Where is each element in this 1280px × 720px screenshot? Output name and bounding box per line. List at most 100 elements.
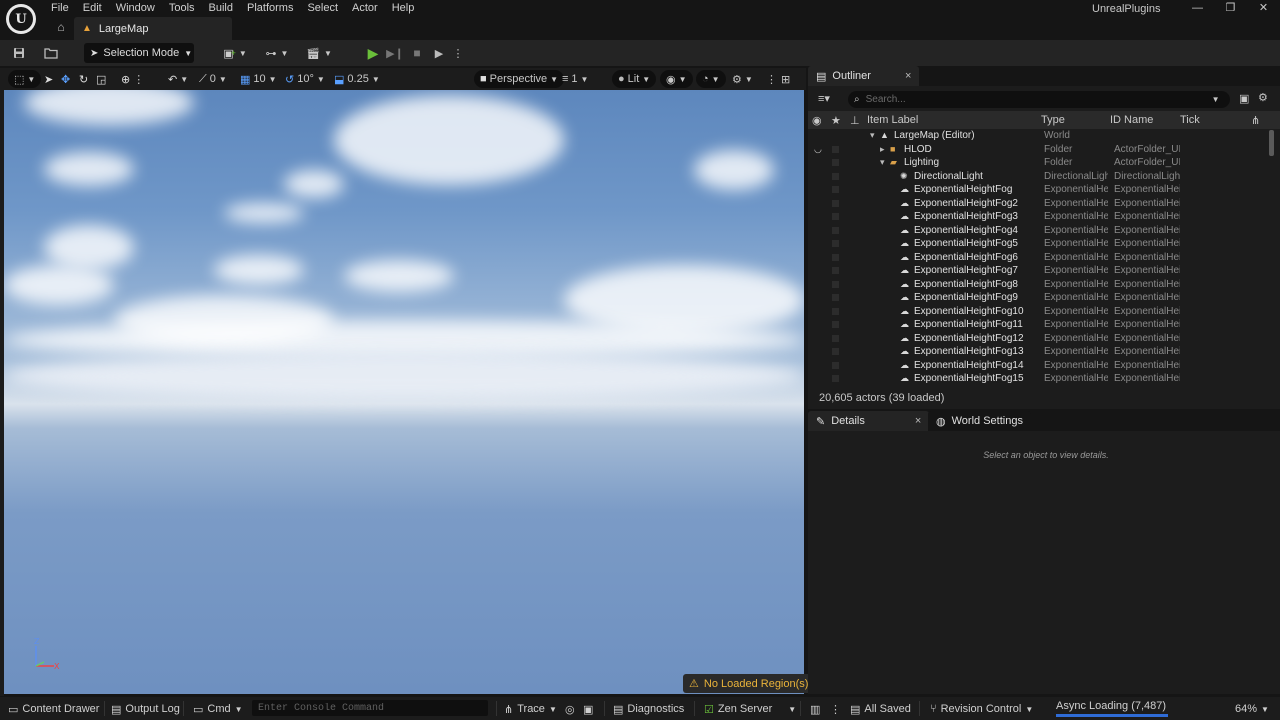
column-item-label[interactable]: Item Label [867,114,918,126]
selection-mode-dropdown[interactable]: ➤ Selection Mode ▼ [84,43,194,63]
menu-file[interactable]: File [44,0,76,16]
outliner-row[interactable]: ☁ ExponentialHeightFog10 ExponentialHeight… [808,305,1270,319]
viewport-layout-button[interactable]: ⊞ [781,70,790,88]
eye-icon[interactable]: ◡ [814,143,822,157]
outliner-search-input[interactable] [865,94,1206,105]
visibility-toggle[interactable] [832,294,839,301]
column-id-name[interactable]: ID Name [1110,114,1153,126]
eject-button[interactable]: ▶ [430,43,448,63]
cmd-dropdown[interactable]: ▭ Cmd ▼ [193,701,243,717]
visibility-toggle[interactable] [832,172,839,180]
zen-server-button[interactable]: ☑ Zen Server ▼ [704,701,796,717]
outliner-row[interactable]: ☁ ExponentialHeightFog3 ExponentialHeightF… [808,210,1270,224]
outliner-row[interactable]: ☁ ExponentialHeightFog2 ExponentialHeightF… [808,197,1270,211]
restore-button[interactable]: ❐ [1214,0,1247,16]
zoom-dropdown[interactable]: 64% ▼ [1235,701,1269,717]
tab-world-settings[interactable]: ◍ World Settings [928,411,1031,431]
viewport-settings-button[interactable]: ⚙ ▼ [732,70,753,88]
content-browser-icon[interactable] [42,43,60,63]
cinematics-button[interactable]: 🎬︎ ▼ [304,43,334,63]
gear-icon[interactable]: ⚙ [1258,91,1268,104]
performance-dropdown[interactable]: ◔ ▼ [696,70,726,88]
viewport-options-button[interactable]: ⬚ ▼ [8,70,42,88]
source-control-status-icon[interactable]: ▥ [810,701,820,717]
trace-dropdown[interactable]: ⋔ Trace ▼ [504,701,557,717]
outliner-row[interactable]: ✺ DirectionalLight DirectionalLight Directi… [808,170,1270,184]
no-loaded-region-warning[interactable]: ⚠ No Loaded Region(s) [683,674,815,693]
visibility-toggle[interactable] [832,199,839,207]
visibility-toggle[interactable] [832,159,839,166]
tab-details[interactable]: ✎ Details × [808,411,930,431]
show-flags-dropdown[interactable]: ◉ ▼ [660,70,693,88]
all-saved-button[interactable]: ▤ All Saved [850,701,911,717]
play-options-button[interactable]: ⋮ [452,43,464,63]
lit-dropdown[interactable]: ● Lit ▼ [612,70,657,88]
world-local-toggle[interactable]: ⊕ ⋮ [121,70,144,88]
favorite-column-star-icon[interactable]: ★ [831,114,841,127]
tab-outliner[interactable]: ▤ Outliner × [808,66,920,86]
visibility-toggle[interactable] [832,348,839,355]
viewport-more-button[interactable]: ⋮ [766,70,777,88]
column-options-icon[interactable]: ⋔ [1251,114,1260,127]
more-status-button[interactable]: ⋮ [830,701,841,717]
expand-arrow-icon[interactable]: ▾ [880,156,885,170]
close-icon[interactable]: × [915,415,921,427]
translate-tool-button[interactable]: ✥ [61,70,70,88]
rotation-snap-button[interactable]: ↺ 10° ▼ [285,70,325,88]
add-folder-icon[interactable]: ▣ [1239,92,1249,105]
visibility-toggle[interactable] [832,361,839,369]
rotate-tool-button[interactable]: ↻ [79,70,88,88]
content-drawer-button[interactable]: ▭ Content Drawer [8,701,99,717]
outliner-row[interactable]: ▾ ▲ LargeMap (Editor) World [808,129,1270,143]
menu-edit[interactable]: Edit [76,0,109,16]
outliner-row[interactable]: ▾ ▰ Lighting Folder ActorFolder_UI [808,156,1270,170]
outliner-row[interactable]: ☁ ExponentialHeightFog11 ExponentialHeight… [808,318,1270,332]
screenshot-button[interactable]: ▣ [583,701,593,717]
outliner-row[interactable]: ☁ ExponentialHeightFog5 ExponentialHeightF… [808,237,1270,251]
outliner-row[interactable]: ☁ ExponentialHeightFog15 ExponentialHeight… [808,372,1270,385]
save-icon[interactable] [10,43,28,63]
stop-button[interactable]: ■ [408,43,426,63]
console-command-input[interactable] [252,700,488,716]
revision-control-dropdown[interactable]: ⑂ Revision Control ▼ [930,701,1033,717]
output-log-button[interactable]: ▤ Output Log [111,701,180,717]
outliner-row[interactable]: ☁ ExponentialHeightFog9 ExponentialHeightF… [808,291,1270,305]
menu-actor[interactable]: Actor [345,0,385,16]
add-actor-button[interactable]: ▣ + ▼ [220,43,250,63]
home-icon[interactable]: ⌂ [54,20,68,34]
play-button[interactable]: ▶ [364,43,382,63]
chevron-down-icon[interactable]: ▼ [1212,95,1220,104]
outliner-row[interactable]: ☁ ExponentialHeightFog8 ExponentialHeightF… [808,278,1270,292]
visibility-toggle[interactable] [832,213,839,220]
expand-arrow-icon[interactable]: ▸ [880,143,885,157]
visibility-column-eye-icon[interactable]: ◉ [812,114,822,127]
outliner-scrollbar[interactable] [1269,130,1274,156]
visibility-toggle[interactable] [832,226,839,234]
filter-icon[interactable]: ≡▾ [818,92,830,105]
visibility-toggle[interactable] [832,186,839,193]
level-viewport[interactable] [4,90,804,694]
grid-snap-button[interactable]: ▦ 10 ▼ [240,70,277,88]
outliner-row[interactable]: ☁ ExponentialHeightFog7 ExponentialHeightF… [808,264,1270,278]
column-type[interactable]: Type [1041,114,1065,126]
outliner-row[interactable]: ☁ ExponentialHeightFog ExponentialHeightFo… [808,183,1270,197]
scale-snap-button[interactable]: ⬓ 0.25 ▼ [334,70,380,88]
column-tick[interactable]: Tick [1180,114,1200,126]
visibility-toggle[interactable] [832,307,839,315]
blueprint-button[interactable]: ⊶ ▼ [262,43,292,63]
close-window-button[interactable]: ✕ [1247,0,1280,16]
visibility-toggle[interactable] [832,321,839,328]
minimize-button[interactable]: — [1181,0,1214,16]
menu-build[interactable]: Build [202,0,240,16]
visibility-toggle[interactable] [832,280,839,288]
outliner-row[interactable]: ☁ ExponentialHeightFog4 ExponentialHeightF… [808,224,1270,238]
camera-speed-dropdown[interactable]: ≡ 1 ▼ [562,70,588,88]
menu-platforms[interactable]: Platforms [240,0,300,16]
step-button[interactable]: ▶❙ [386,43,404,63]
outliner-row[interactable]: ▸ ■ HLOD Folder ActorFolder_UI ◡ [808,143,1270,157]
pin-column-icon[interactable]: ⊥ [850,114,860,127]
perspective-dropdown[interactable]: ■ Perspective ▼ [474,70,565,88]
visibility-toggle[interactable] [832,240,839,247]
close-icon[interactable]: × [905,70,911,82]
outliner-row[interactable]: ☁ ExponentialHeightFog13 ExponentialHeight… [808,345,1270,359]
